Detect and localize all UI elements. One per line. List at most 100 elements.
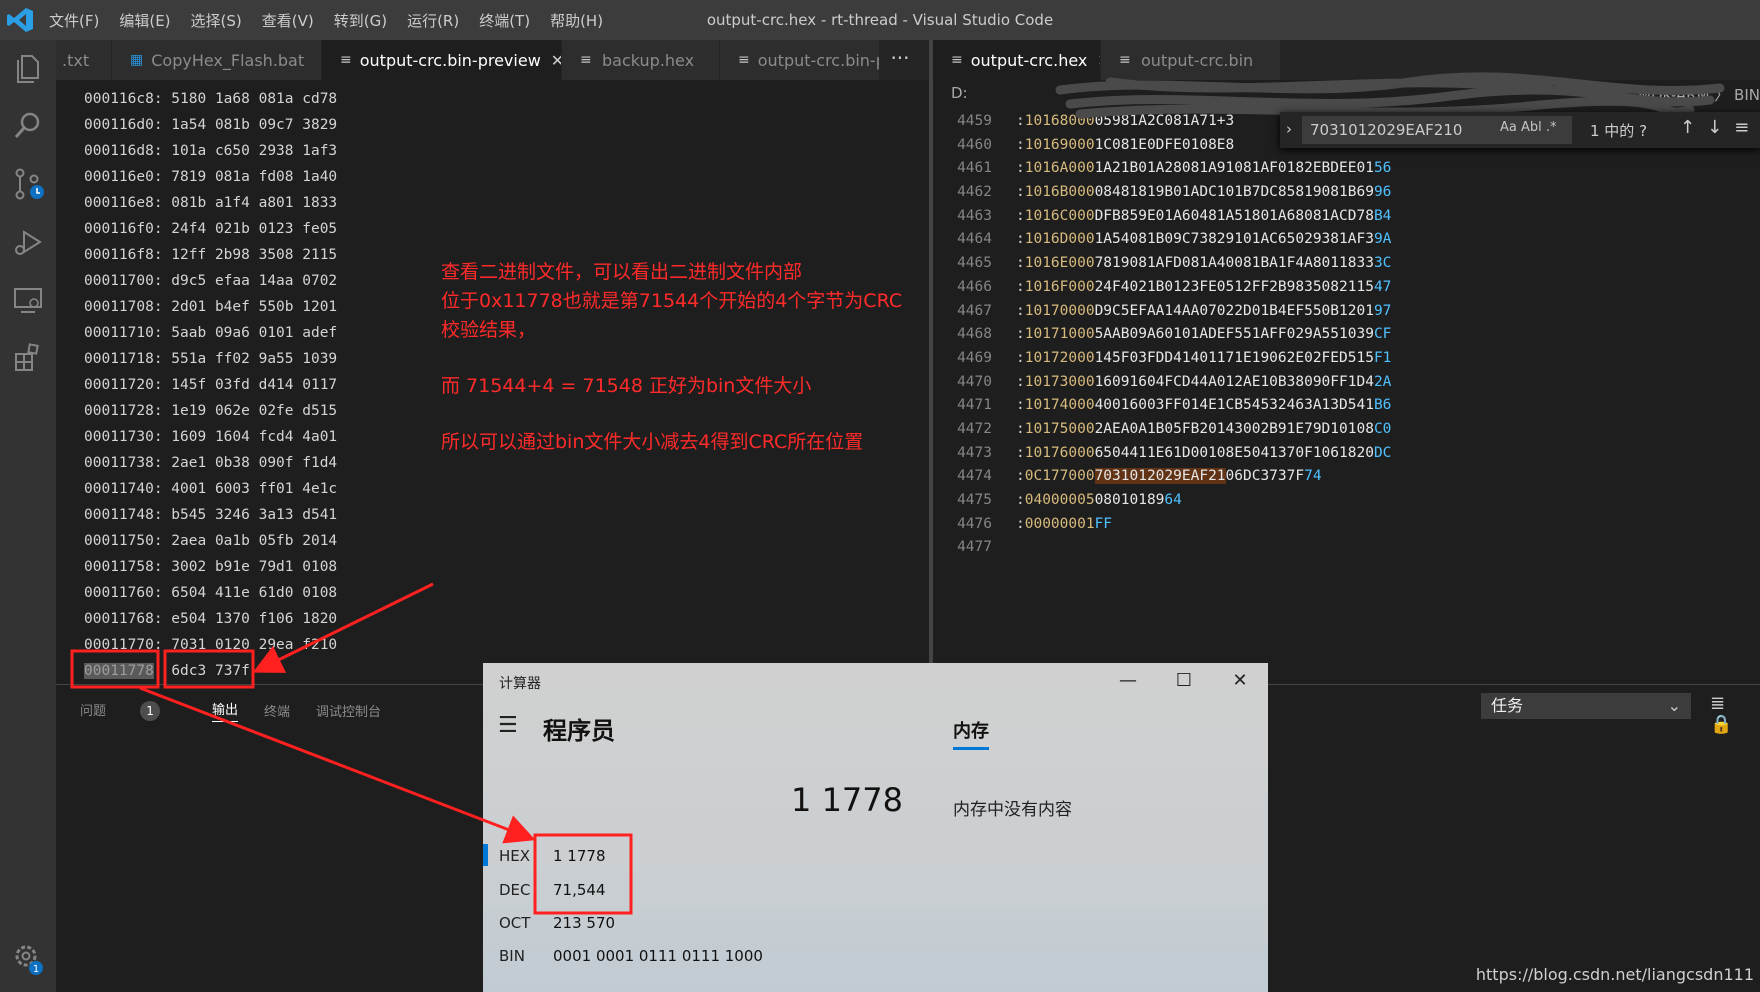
line-number: 4464 xyxy=(957,231,992,248)
lock-scroll-icon[interactable]: 🔒 xyxy=(1710,714,1746,735)
remote-explorer-icon[interactable] xyxy=(10,282,46,318)
code-line: 4462:1016B00008481819B01ADC101B7DC858190… xyxy=(944,181,1391,205)
panel-tabs: 问题 1 输出 终端 调试控制台 xyxy=(80,699,407,722)
find-in-selection-icon[interactable]: ≡ xyxy=(1734,117,1760,138)
menu-help[interactable]: 帮助(H) xyxy=(550,10,603,31)
record-header: 04000005 xyxy=(1024,492,1095,508)
hex-row: 000116f8: 12ff 2b98 3508 2115 xyxy=(84,247,338,263)
record-checksum: 97 xyxy=(1373,302,1392,319)
breadcrumb-root[interactable]: D: xyxy=(951,84,968,102)
code-line: 4464:1016D0001A54081B09C73829101AC650293… xyxy=(944,228,1391,252)
tab-copyhex-flash-bat[interactable]: ▦ CopyHex_Flash.bat xyxy=(112,40,322,80)
record-header: 00000001 xyxy=(1024,515,1095,532)
close-icon[interactable]: ✕ xyxy=(551,51,561,70)
minimize-icon[interactable]: — xyxy=(1100,663,1156,699)
record-data: 06DC3737F xyxy=(1225,468,1305,485)
record-checksum: 2A xyxy=(1373,373,1392,390)
record-data: 5AAB09A60101ADEF551AFF029A551039 xyxy=(1094,326,1374,343)
record-header: 10173000 xyxy=(1024,373,1095,390)
radix-hex[interactable]: HEX 1 1778 xyxy=(483,839,883,873)
code-line: 4468:101710005AAB09A60101ADEF551AFF029A5… xyxy=(944,323,1391,347)
chevron-down-icon: ⌄ xyxy=(1667,696,1681,715)
record-header: 10169000 xyxy=(1024,136,1095,153)
hex-row: 00011728: 1e19 062e 02fe d515 xyxy=(84,403,338,419)
hex-row: 00011760: 6504 411e 61d0 0108 xyxy=(84,585,338,601)
tab-debug-console[interactable]: 调试控制台 xyxy=(316,701,381,720)
tab-label: output-crc.bin-p xyxy=(757,50,880,70)
file-icon: ≡ xyxy=(738,52,750,68)
run-debug-icon[interactable] xyxy=(10,224,46,260)
more-actions-button[interactable]: ··· xyxy=(880,40,920,80)
hex-row: 00011718: 551a ff02 9a55 1039 xyxy=(84,351,338,367)
line-number: 4461 xyxy=(957,160,992,177)
record-checksum: C0 xyxy=(1373,420,1392,437)
explorer-icon[interactable] xyxy=(10,50,46,86)
line-number: 4473 xyxy=(957,444,992,461)
hex-row: 00011758: 3002 b91e 79d1 0108 xyxy=(84,559,338,575)
radix-bin[interactable]: BIN 0001 0001 0111 0111 1000 xyxy=(483,939,883,973)
file-icon: ≡ xyxy=(580,52,592,68)
hex-file-editor[interactable]: 4459:1016800005981A2C081A71+3 4460:10169… xyxy=(944,110,1391,560)
activity-bar: 1 xyxy=(0,40,56,992)
code-line: 4476:00000001FF xyxy=(944,513,1391,537)
tab-output[interactable]: 输出 xyxy=(212,699,239,722)
hex-row: 000116e8: 081b a1f4 a801 1833 xyxy=(84,195,338,211)
menu-go[interactable]: 转到(G) xyxy=(334,10,387,31)
menu-run[interactable]: 运行(R) xyxy=(407,10,459,31)
svg-text:1: 1 xyxy=(33,964,39,975)
find-options[interactable]: Aa Abl .* xyxy=(1500,120,1557,135)
clear-output-icon[interactable]: ≣ xyxy=(1710,693,1739,714)
tab-backup-hex[interactable]: ≡ backup.hex xyxy=(562,40,720,80)
left-editor-tabs: .txt ▦ CopyHex_Flash.bat ≡ output-crc.bin-… xyxy=(56,40,929,80)
tab-output-crc-bin-preview[interactable]: ≡ output-crc.bin-preview ✕ xyxy=(322,40,562,80)
output-channel-select[interactable]: 任务 ⌄ xyxy=(1481,693,1691,719)
calculator-display: 1 1778 xyxy=(791,781,903,819)
search-icon[interactable] xyxy=(10,108,46,144)
record-data: 40016003FF014E1CB54532463A13D541 xyxy=(1094,397,1374,414)
hex-row: 00011730: 1609 1604 fcd4 4a01 xyxy=(84,429,338,445)
record-data: DFB859E01A60481A51801A68081ACD78 xyxy=(1094,207,1374,224)
record-checksum: DC xyxy=(1373,444,1392,461)
tab-problems[interactable]: 问题 1 xyxy=(80,700,186,721)
crc-bytes: 6dc3 737f xyxy=(171,663,250,679)
record-data: D9C5EFAA14AA07022D01B4EF550B1201 xyxy=(1094,302,1374,319)
record-checksum: CF xyxy=(1373,326,1392,343)
record-header: 10171000 xyxy=(1024,326,1095,343)
extensions-icon[interactable] xyxy=(10,340,46,376)
radix-oct[interactable]: OCT 213 570 xyxy=(483,906,883,940)
record-header: 1016E000 xyxy=(1024,255,1095,272)
record-checksum: 47 xyxy=(1373,278,1392,295)
hex-row: 000116e0: 7819 081a fd08 1a40 xyxy=(84,169,338,185)
tab-output-crc-bin-p[interactable]: ≡ output-crc.bin-p xyxy=(720,40,880,80)
tab-terminal[interactable]: 终端 xyxy=(264,701,290,720)
record-checksum: 56 xyxy=(1373,160,1392,177)
code-line: 4473:101760006504411E61D00108E5041370F10… xyxy=(944,442,1391,466)
hex-row: 000116f0: 24f4 021b 0123 fe05 xyxy=(84,221,338,237)
menu-selection[interactable]: 选择(S) xyxy=(191,10,242,31)
record-header: 1016C000 xyxy=(1024,207,1095,224)
memory-tab[interactable]: 内存 xyxy=(953,717,989,750)
tab-label: output-crc.bin xyxy=(1141,50,1254,70)
line-number: 4465 xyxy=(957,255,992,272)
toggle-replace-icon[interactable]: › xyxy=(1286,120,1292,138)
menu-view[interactable]: 查看(V) xyxy=(262,10,314,31)
radix-label: HEX xyxy=(499,847,531,865)
radix-dec[interactable]: DEC 71,544 xyxy=(483,873,883,907)
arrow-up-icon[interactable]: ↑ xyxy=(1680,117,1707,138)
menu-file[interactable]: 文件(F) xyxy=(49,10,99,31)
annotation-note: 查看二进制文件，可以看出二进制文件内部 位于0x11778也就是第71544个开… xyxy=(441,258,941,457)
source-control-icon[interactable] xyxy=(10,166,46,202)
close-icon[interactable]: ✕ xyxy=(1212,663,1268,699)
record-checksum: 3C xyxy=(1373,255,1392,272)
hamburger-icon[interactable]: ☰ xyxy=(498,713,518,738)
menu-edit[interactable]: 编辑(E) xyxy=(119,10,170,31)
record-checksum: F1 xyxy=(1373,349,1392,366)
hex-row-crc: 00011778: 6dc3 737f xyxy=(84,658,337,684)
settings-gear-icon[interactable]: 1 xyxy=(10,940,46,976)
maximize-icon[interactable]: ☐ xyxy=(1156,663,1212,699)
record-header: 10175000 xyxy=(1024,420,1095,437)
code-line: 4465:1016E0007819081AFD081A40081BA1F4A80… xyxy=(944,252,1391,276)
tab-txt[interactable]: .txt xyxy=(56,40,112,80)
menu-terminal[interactable]: 终端(T) xyxy=(479,10,530,31)
arrow-down-icon[interactable]: ↓ xyxy=(1707,117,1734,138)
